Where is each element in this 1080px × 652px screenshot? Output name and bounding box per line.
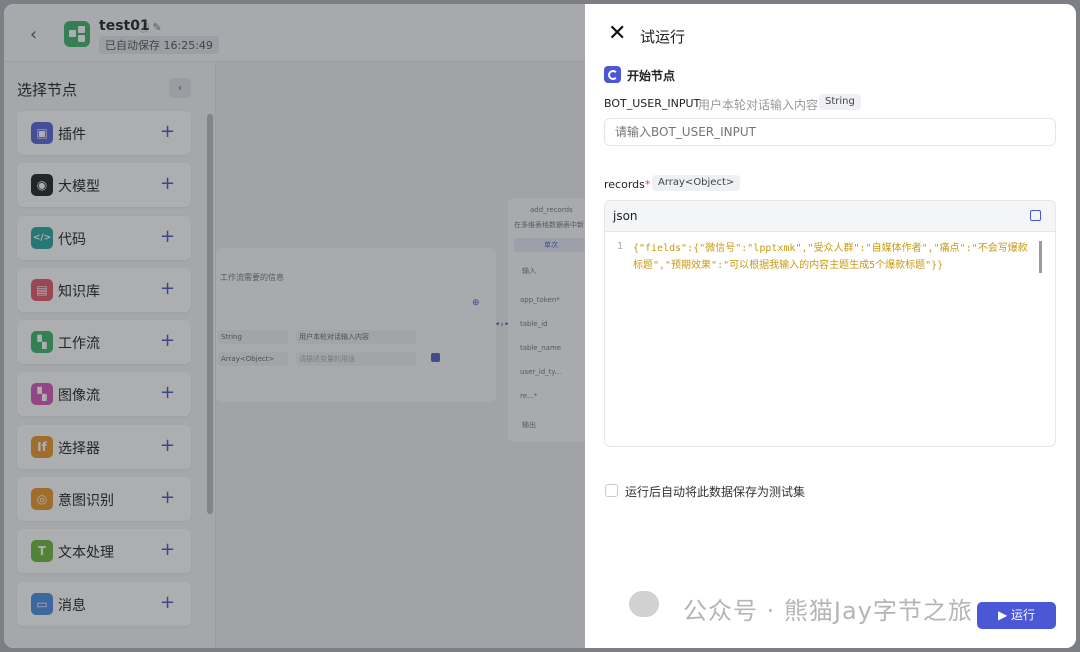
workflow-editor: ‹ test01 ⓘ ✎ 已自动保存 16:25:49 选择节点 ‹ ▣ 插件 + ◉…	[4, 4, 585, 648]
close-icon[interactable]: ✕	[608, 21, 626, 46]
app-window: ‹ test01 ⓘ ✎ 已自动保存 16:25:49 选择节点 ‹ ▣ 插件 + ◉…	[4, 4, 1076, 648]
panel-title: 试运行	[640, 28, 686, 46]
watermark: 公众号 · 熊猫Jay字节之旅	[683, 597, 973, 625]
records-type-badge: Array<Object>	[652, 175, 741, 191]
json-editor[interactable]: json 1 {"fields":{"微信号":"lpptxmk","受众人群"…	[604, 200, 1056, 447]
json-lang-label: json	[613, 209, 638, 223]
save-testset-checkbox[interactable]	[605, 484, 618, 497]
json-editor-header: json	[605, 201, 1055, 232]
bot-input-desc: 用户本轮对话输入内容	[698, 98, 819, 112]
start-node-label: 开始节点	[627, 69, 676, 83]
type-badge: String	[819, 94, 861, 110]
format-icon[interactable]	[1030, 210, 1041, 221]
play-icon: ▶	[997, 608, 1012, 622]
line-number: 1	[617, 241, 624, 252]
bot-input-name: BOT_USER_INPUT	[604, 97, 701, 110]
wechat-icon	[629, 591, 659, 617]
start-node-icon	[604, 66, 621, 83]
run-button[interactable]: ▶ 运行	[977, 602, 1056, 629]
editor-scrollbar[interactable]	[1039, 241, 1042, 273]
test-run-panel: ✕ 试运行 开始节点 BOT_USER_INPUT 用户本轮对话输入内容 Str…	[585, 4, 1076, 648]
bot-user-input-field[interactable]	[604, 118, 1056, 146]
records-label: records*	[604, 178, 651, 191]
json-code[interactable]: {"fields":{"微信号":"lpptxmk","受众人群":"自媒体作者…	[633, 241, 1035, 274]
run-button-label: 运行	[1011, 608, 1036, 622]
modal-overlay[interactable]	[4, 4, 585, 648]
save-testset-label: 运行后自动将此数据保存为测试集	[625, 485, 806, 499]
records-name: records	[604, 178, 645, 191]
